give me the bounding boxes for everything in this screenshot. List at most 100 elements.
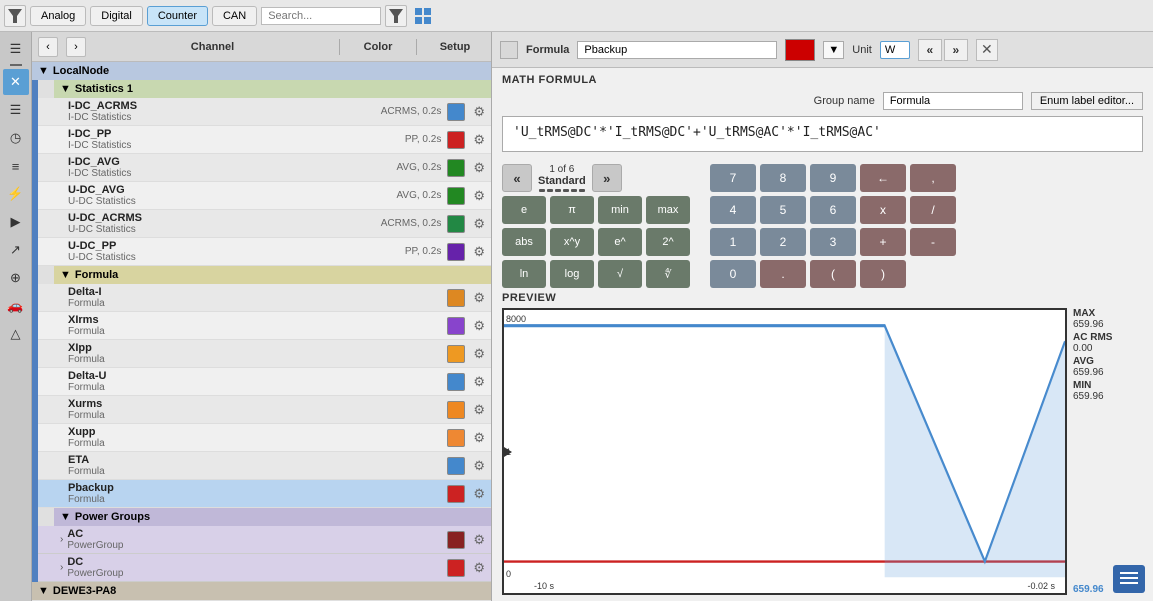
sidebar-icon-clock[interactable]: ◷	[3, 125, 29, 151]
gear-icon[interactable]: ⚙	[473, 486, 485, 502]
group-formula[interactable]: ▼ Formula	[54, 266, 491, 284]
btn-epow[interactable]: e^	[598, 228, 642, 256]
btn-1[interactable]: 1	[710, 228, 756, 256]
color-swatch[interactable]	[447, 103, 465, 121]
color-swatch[interactable]	[447, 345, 465, 363]
search-input[interactable]	[261, 7, 381, 25]
channel-row-udcavg[interactable]: U-DC_AVG U-DC Statistics AVG, 0.2s ⚙	[38, 182, 491, 210]
btn-multiply[interactable]: x	[860, 196, 906, 224]
group-localnode[interactable]: ▼ LocalNode	[32, 62, 491, 80]
color-swatch[interactable]	[447, 457, 465, 475]
power-row-ac[interactable]: › ACPowerGroup ⚙	[38, 526, 491, 554]
color-swatch[interactable]	[447, 187, 465, 205]
btn-comma[interactable]: ,	[910, 164, 956, 192]
color-swatch[interactable]	[447, 401, 465, 419]
gear-icon[interactable]: ⚙	[473, 244, 485, 260]
channel-row-idcacrms[interactable]: I-DC_ACRMS I-DC Statistics ACRMS, 0.2s ⚙	[38, 98, 491, 126]
gear-icon[interactable]: ⚙	[473, 402, 485, 418]
btn-minus[interactable]: -	[910, 228, 956, 256]
sidebar-icon-settings[interactable]: ☰	[3, 97, 29, 123]
group-name-input[interactable]	[883, 92, 1023, 110]
search-filter-icon[interactable]	[385, 5, 407, 27]
btn-ln[interactable]: ln	[502, 260, 546, 288]
btn-log[interactable]: log	[550, 260, 594, 288]
sidebar-icon-close[interactable]: ✕	[3, 69, 29, 95]
gear-icon[interactable]: ⚙	[473, 374, 485, 390]
power-row-dc[interactable]: › DCPowerGroup ⚙	[38, 554, 491, 582]
sidebar-icon-network[interactable]: ⊕	[3, 265, 29, 291]
channel-row-idcavg[interactable]: I-DC_AVG I-DC Statistics AVG, 0.2s ⚙	[38, 154, 491, 182]
btn-backspace[interactable]: ←	[860, 164, 906, 192]
nav-prev-prev-btn[interactable]: «	[918, 39, 942, 61]
color-swatch[interactable]	[447, 485, 465, 503]
channel-back-btn[interactable]: ‹	[38, 37, 58, 57]
color-swatch[interactable]	[447, 243, 465, 261]
btn-plus[interactable]: +	[860, 228, 906, 256]
btn-divide[interactable]: /	[910, 196, 956, 224]
calc-nav-right[interactable]: »	[592, 164, 622, 192]
color-swatch[interactable]	[447, 559, 465, 577]
gear-icon[interactable]: ⚙	[473, 188, 485, 204]
btn-min[interactable]: min	[598, 196, 642, 224]
bottom-right-btn[interactable]	[1113, 565, 1145, 593]
btn-4[interactable]: 4	[710, 196, 756, 224]
channel-forward-btn[interactable]: ›	[66, 37, 86, 57]
btn-abs[interactable]: abs	[502, 228, 546, 256]
btn-dot[interactable]: .	[760, 260, 806, 288]
btn-max[interactable]: max	[646, 196, 690, 224]
gear-icon[interactable]: ⚙	[473, 290, 485, 306]
formula-expression[interactable]: 'U_tRMS@DC'*'I_tRMS@DC'+'U_tRMS@AC'*'I_t…	[502, 116, 1143, 152]
color-swatch[interactable]	[447, 531, 465, 549]
channel-row-udcacrms[interactable]: U-DC_ACRMS U-DC Statistics ACRMS, 0.2s ⚙	[38, 210, 491, 238]
formula-name-input[interactable]	[577, 41, 777, 59]
btn-2pow[interactable]: 2^	[646, 228, 690, 256]
channel-row-xlrms[interactable]: XIrmsFormula ⚙	[38, 312, 491, 340]
gear-icon[interactable]: ⚙	[473, 346, 485, 362]
color-swatch[interactable]	[447, 373, 465, 391]
btn-3[interactable]: 3	[810, 228, 856, 256]
channel-row-udcpp[interactable]: U-DC_PP U-DC Statistics PP, 0.2s ⚙	[38, 238, 491, 266]
digital-tab[interactable]: Digital	[90, 6, 143, 26]
can-tab[interactable]: CAN	[212, 6, 257, 26]
sidebar-icon-lightning[interactable]: ⚡	[3, 181, 29, 207]
filter-icon[interactable]	[4, 5, 26, 27]
sidebar-icon-1[interactable]: ☰	[3, 36, 29, 62]
calc-nav-left[interactable]: «	[502, 164, 532, 192]
color-swatch[interactable]	[447, 215, 465, 233]
gear-icon[interactable]: ⚙	[473, 216, 485, 232]
channel-row-idcpp[interactable]: I-DC_PP I-DC Statistics PP, 0.2s ⚙	[38, 126, 491, 154]
gear-icon[interactable]: ⚙	[473, 160, 485, 176]
enum-label-btn[interactable]: Enum label editor...	[1031, 92, 1143, 110]
nav-next-next-btn[interactable]: »	[944, 39, 968, 61]
close-btn[interactable]: ✕	[976, 39, 998, 61]
gear-icon[interactable]: ⚙	[473, 458, 485, 474]
btn-9[interactable]: 9	[810, 164, 856, 192]
btn-lparen[interactable]: (	[810, 260, 856, 288]
group-dewe[interactable]: ▼ DEWE3-PA8	[32, 582, 491, 600]
group-statistics[interactable]: ▼ Statistics 1	[54, 80, 491, 98]
btn-7[interactable]: 7	[710, 164, 756, 192]
channel-row-xlpp[interactable]: XIppFormula ⚙	[38, 340, 491, 368]
btn-sqrt[interactable]: √	[598, 260, 642, 288]
sidebar-icon-car[interactable]: 🚗	[3, 293, 29, 319]
gear-icon[interactable]: ⚙	[473, 132, 485, 148]
gear-icon[interactable]: ⚙	[473, 560, 485, 576]
color-swatch[interactable]	[447, 159, 465, 177]
channel-row-xurms[interactable]: XurmsFormula ⚙	[38, 396, 491, 424]
channel-row-xupp[interactable]: XuppFormula ⚙	[38, 424, 491, 452]
sidebar-icon-list[interactable]: ≡	[3, 153, 29, 179]
analog-tab[interactable]: Analog	[30, 6, 86, 26]
btn-pi[interactable]: π	[550, 196, 594, 224]
channel-row-pbackup[interactable]: PbackupFormula ⚙	[38, 480, 491, 508]
channel-row-deltai[interactable]: Delta-IFormula ⚙	[38, 284, 491, 312]
color-swatch[interactable]	[447, 429, 465, 447]
gear-icon[interactable]: ⚙	[473, 318, 485, 334]
grid-icon[interactable]	[411, 4, 435, 28]
color-swatch[interactable]	[447, 289, 465, 307]
btn-6[interactable]: 6	[810, 196, 856, 224]
btn-4thrt[interactable]: ∜	[646, 260, 690, 288]
btn-rparen[interactable]: )	[860, 260, 906, 288]
btn-5[interactable]: 5	[760, 196, 806, 224]
btn-0[interactable]: 0	[710, 260, 756, 288]
color-swatch[interactable]	[447, 131, 465, 149]
